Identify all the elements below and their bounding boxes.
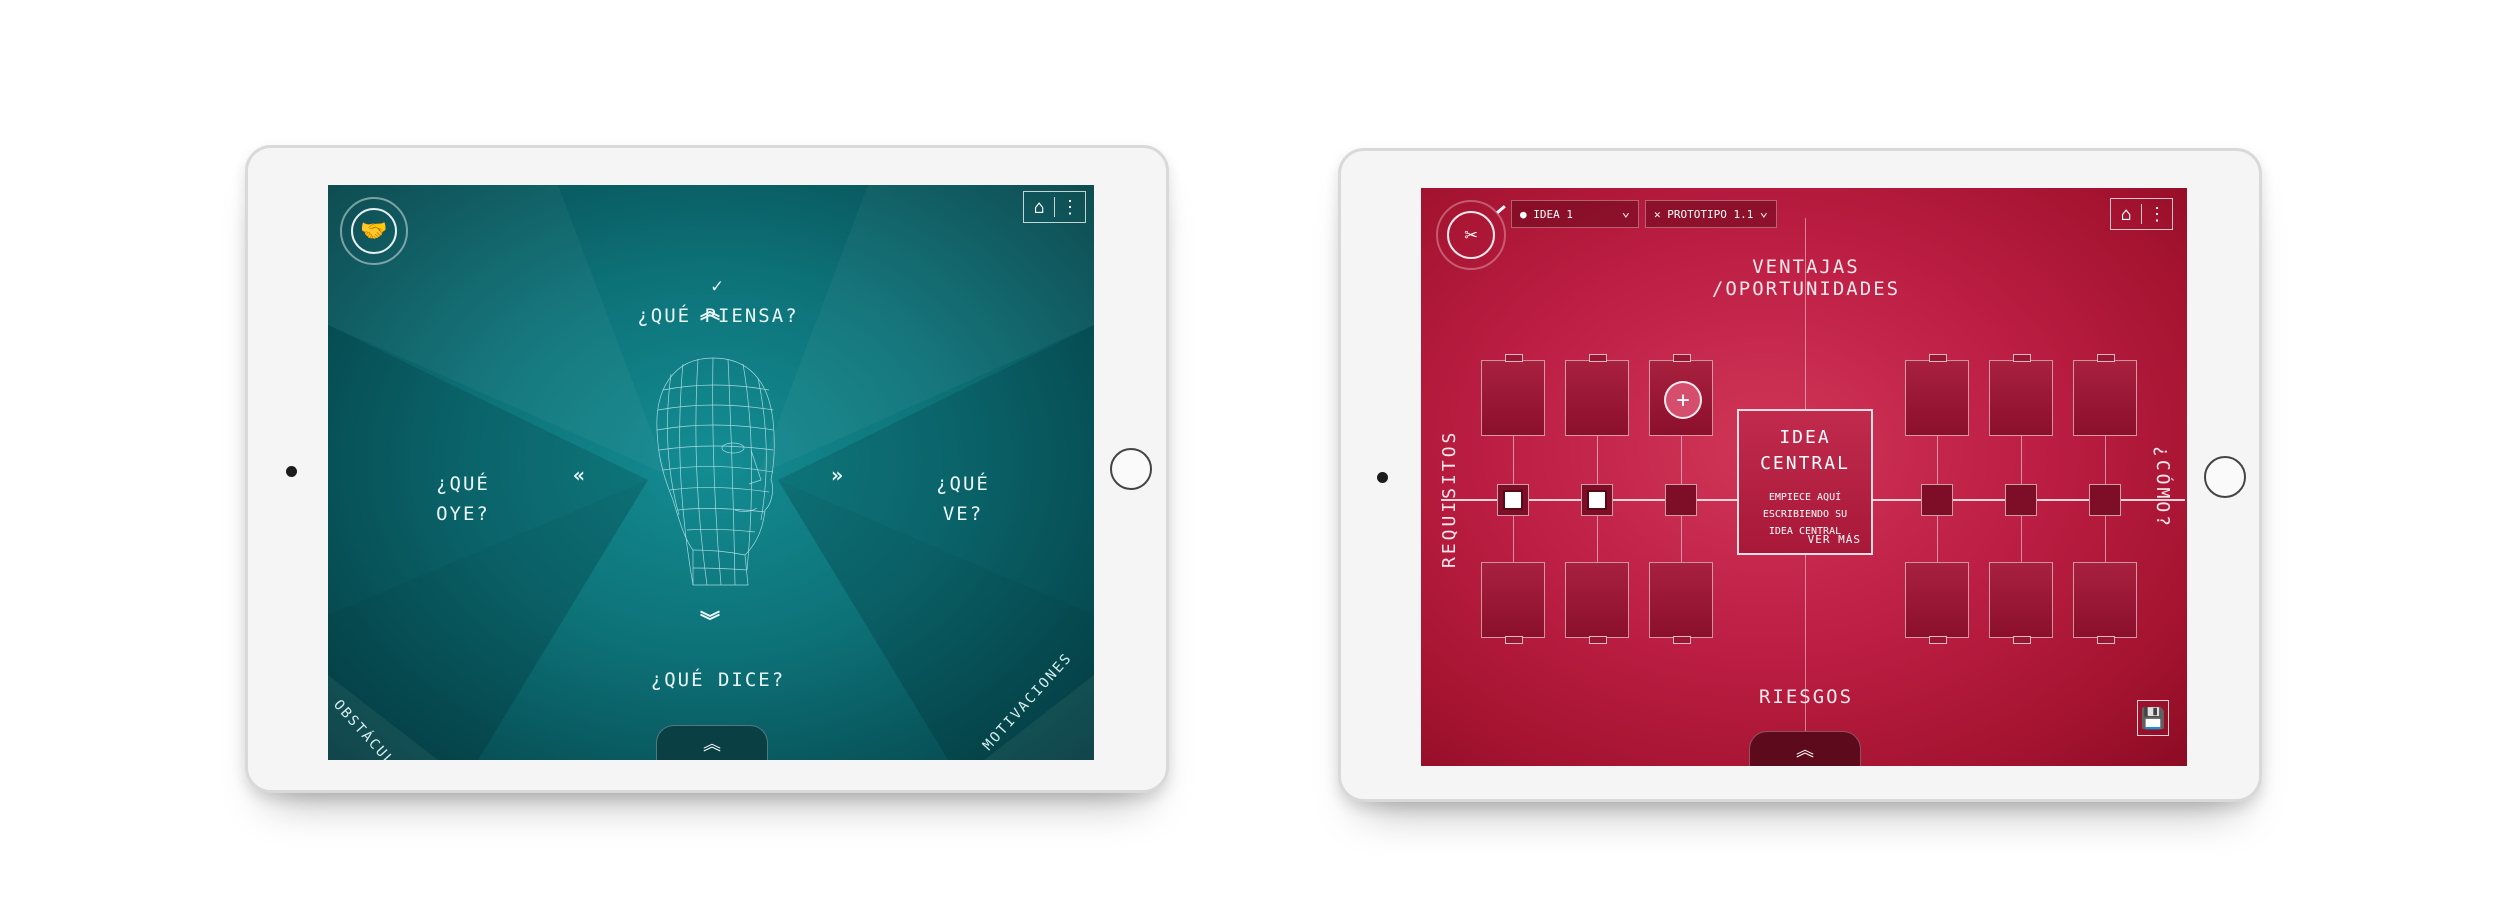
axis-node-checkbox[interactable] [1581, 484, 1613, 516]
add-icon[interactable]: + [1664, 381, 1702, 419]
device-home-button[interactable] [2204, 456, 2246, 498]
top-right-toolbar: ⌂ ⋮ [1023, 191, 1086, 223]
home-icon[interactable]: ⌂ [1024, 192, 1054, 222]
connector [2105, 516, 2106, 562]
label-hear[interactable]: ¿QUÉ OYE? [423, 469, 503, 529]
check-icon: ✓ [711, 275, 725, 297]
chevron-up-icon[interactable]: ︽ [700, 295, 720, 324]
prototype-dropdown[interactable]: ✕ PROTOTIPO 1.1 ⌄ [1645, 200, 1777, 228]
axis-node[interactable] [2005, 484, 2037, 516]
double-chevron-up-icon: ︽ [703, 734, 721, 755]
see-more-link[interactable]: VER MÁS [1808, 533, 1861, 546]
connector [1681, 516, 1682, 562]
advantage-card[interactable] [2073, 354, 2137, 436]
risk-card[interactable] [1649, 562, 1713, 644]
advantage-card[interactable] [1905, 354, 1969, 436]
connector [1597, 516, 1598, 562]
prototype-dropdown-value: PROTOTIPO 1.1 [1667, 207, 1754, 221]
axis-node-checkbox[interactable] [1497, 484, 1529, 516]
tools-icon: ✂ [1447, 211, 1495, 259]
connector [1937, 436, 1938, 484]
idea-map-screen: ✂ ● IDEA 1 ⌄ ✕ PROTOTIPO 1.1 ⌄ ⌂ ⋮ VENTA… [1421, 188, 2187, 766]
home-icon[interactable]: ⌂ [2111, 199, 2141, 229]
idea-dropdown-value: IDEA 1 [1533, 207, 1573, 221]
top-right-toolbar: ⌂ ⋮ [2110, 198, 2173, 230]
menu-icon[interactable]: ⋮ [2142, 199, 2172, 229]
camera [286, 466, 297, 477]
save-icon[interactable]: 💾 [2137, 700, 2169, 736]
hub-button[interactable]: ✂ [1436, 200, 1506, 270]
label-how[interactable]: ¿CÓMO? [2152, 446, 2173, 529]
label-see[interactable]: ¿QUÉ VE? [923, 469, 1003, 529]
axis-node[interactable] [1665, 484, 1697, 516]
label-risks[interactable]: RIESGOS [1751, 686, 1861, 708]
central-idea-title: IDEA CENTRAL [1760, 427, 1850, 474]
checkbox-square [1503, 490, 1523, 510]
tablet-left: 🤝 ⌂ ⋮ ✓ ¿QUÉ PIENSA? ︽ « » ¿QUÉ OYE? ¿QU… [245, 145, 1169, 793]
tablet-right: ✂ ● IDEA 1 ⌄ ✕ PROTOTIPO 1.1 ⌄ ⌂ ⋮ VENTA… [1338, 148, 2262, 802]
advantage-card[interactable]: + [1649, 354, 1713, 436]
chevron-right-icon[interactable]: » [831, 463, 843, 487]
label-advantages[interactable]: VENTAJAS /OPORTUNIDADES [1666, 256, 1946, 300]
connector [2021, 436, 2022, 484]
menu-icon[interactable]: ⋮ [1055, 192, 1085, 222]
connector [1513, 516, 1514, 562]
checkbox-square [1587, 490, 1607, 510]
connector [1597, 436, 1598, 484]
risk-card[interactable] [1481, 562, 1545, 644]
label-say[interactable]: ¿QUÉ DICE? [608, 665, 828, 695]
device-home-button[interactable] [1110, 448, 1152, 490]
chevron-left-icon[interactable]: « [573, 463, 585, 487]
handshake-icon: 🤝 [351, 208, 397, 254]
advantage-card[interactable] [1989, 354, 2053, 436]
label-requirements[interactable]: REQUISITOS [1439, 430, 1460, 568]
central-idea-card[interactable]: IDEA CENTRAL EMPIECE AQUÍ ESCRIBIENDO SU… [1737, 409, 1873, 555]
axis-node[interactable] [2089, 484, 2121, 516]
chevron-down-icon[interactable]: ︾ [700, 605, 720, 634]
connector [1513, 436, 1514, 484]
idea-dropdown[interactable]: ● IDEA 1 ⌄ [1511, 200, 1639, 228]
risk-card[interactable] [2073, 562, 2137, 644]
hub-button[interactable]: 🤝 [340, 197, 408, 265]
expand-tab[interactable]: ︽ [1749, 731, 1861, 766]
chevron-down-icon: ⌄ [1759, 204, 1768, 220]
advantage-card[interactable] [1565, 354, 1629, 436]
connector [1937, 516, 1938, 562]
risk-card[interactable] [1565, 562, 1629, 644]
empathy-map-screen: 🤝 ⌂ ⋮ ✓ ¿QUÉ PIENSA? ︽ « » ¿QUÉ OYE? ¿QU… [328, 185, 1094, 760]
connector [2105, 436, 2106, 484]
tools-icon: ✕ [1654, 207, 1668, 221]
connector [2021, 516, 2022, 562]
risk-card[interactable] [1905, 562, 1969, 644]
chevron-down-icon: ⌄ [1621, 204, 1630, 220]
expand-tab[interactable]: ︽ [656, 725, 768, 760]
hub-indicator [1496, 205, 1506, 214]
double-chevron-up-icon: ︽ [1796, 740, 1814, 761]
head-wireframe-image [656, 357, 775, 586]
bulb-icon: ● [1520, 207, 1534, 221]
advantage-card[interactable] [1481, 354, 1545, 436]
axis-node[interactable] [1921, 484, 1953, 516]
risk-card[interactable] [1989, 562, 2053, 644]
connector [1681, 436, 1682, 484]
camera [1377, 472, 1388, 483]
